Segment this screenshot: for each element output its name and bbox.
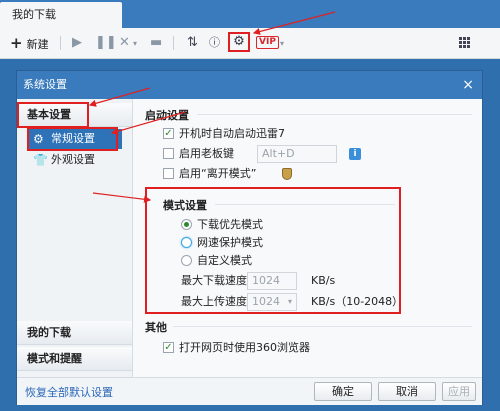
divider — [197, 114, 472, 115]
restore-defaults-link[interactable]: 恢复全部默认设置 — [25, 384, 113, 400]
sidebar-group-modes[interactable]: 模式和提醒 — [17, 347, 132, 371]
radio-selected[interactable] — [181, 219, 192, 230]
section-title-mode: 模式设置 — [163, 199, 207, 212]
divider — [215, 204, 395, 205]
apply-button[interactable]: 应用 — [442, 382, 476, 401]
play-icon[interactable]: ▶ — [72, 35, 82, 51]
vip-icon[interactable]: VIP — [256, 36, 279, 49]
max-download-input[interactable]: 1024 — [247, 272, 297, 290]
grid-icon[interactable] — [459, 37, 471, 49]
settings-content: 启动设置 ✓ 开机时自动启动迅雷7 启用老板键 Alt+D i 启用“离开模式”… — [133, 99, 482, 377]
checkbox-checked[interactable]: ✓ — [163, 342, 174, 353]
max-upload-unit: KB/s（10-2048） — [311, 295, 404, 308]
dialog-title-bar: 系统设置 × — [17, 71, 482, 99]
pause-icon[interactable]: ❚❚ — [95, 35, 117, 51]
toolbar-divider — [173, 36, 174, 50]
delete-icon[interactable]: ✕ — [119, 35, 130, 51]
sidebar-item-appearance[interactable]: 👕 外观设置 — [27, 150, 122, 170]
chevron-down-icon: ▾ — [287, 297, 292, 306]
dialog-title: 系统设置 — [23, 78, 67, 91]
settings-dialog: 系统设置 × 基本设置 ⚙ 常规设置 👕 外观设置 我的下载 模式和提醒 启动设… — [16, 70, 483, 405]
shirt-icon: 👕 — [33, 153, 48, 167]
sidebar-group-downloads[interactable]: 我的下载 — [17, 321, 132, 345]
annotation-box — [27, 127, 118, 151]
radio-unselected[interactable] — [181, 237, 192, 248]
settings-gear-button[interactable]: ⚙ — [228, 32, 250, 52]
annotation-box — [17, 102, 89, 128]
sort-icon[interactable]: ⇅ — [187, 35, 198, 51]
checkbox-unchecked[interactable] — [163, 168, 174, 179]
dialog-footer: 恢复全部默认设置 确定 取消 应用 — [17, 377, 482, 405]
max-download-unit: KB/s — [311, 274, 336, 287]
checkbox-checked[interactable]: ✓ — [163, 128, 174, 139]
folder-icon[interactable]: ▬ — [150, 35, 162, 51]
section-title-startup: 启动设置 — [145, 109, 189, 122]
section-title-other: 其他 — [145, 321, 167, 334]
close-icon[interactable]: × — [462, 71, 474, 99]
info-icon[interactable]: ⓘ — [209, 35, 220, 51]
toolbar: + 新建 ▶ ❚❚ ✕ ▾ ▬ ⇅ ⓘ ⚙ VIP ▾ — [0, 28, 500, 59]
max-upload-select[interactable]: 1024 ▾ — [247, 293, 297, 311]
cancel-button[interactable]: 取消 — [378, 382, 436, 401]
settings-sidebar: 基本设置 ⚙ 常规设置 👕 外观设置 我的下载 模式和提醒 — [17, 99, 133, 377]
ok-button[interactable]: 确定 — [314, 382, 372, 401]
new-task-button[interactable]: + 新建 — [10, 35, 49, 51]
max-download-label: 最大下载速度 — [181, 274, 247, 287]
plus-icon: + — [10, 34, 23, 52]
boss-key-input[interactable]: Alt+D — [257, 145, 337, 163]
max-upload-label: 最大上传速度 — [181, 295, 247, 308]
checkbox-unchecked[interactable] — [163, 148, 174, 159]
chevron-down-icon[interactable]: ▾ — [280, 36, 284, 52]
tab-bar: 我的下载 — [0, 0, 500, 28]
divider — [173, 326, 472, 327]
chevron-down-icon[interactable]: ▾ — [133, 36, 137, 52]
info-icon[interactable]: i — [349, 148, 361, 160]
gear-icon: ⚙ — [233, 34, 245, 49]
radio-unselected[interactable] — [181, 255, 192, 266]
toolbar-divider — [60, 36, 61, 50]
shield-icon — [282, 168, 292, 180]
tab-my-downloads[interactable]: 我的下载 — [0, 2, 122, 28]
